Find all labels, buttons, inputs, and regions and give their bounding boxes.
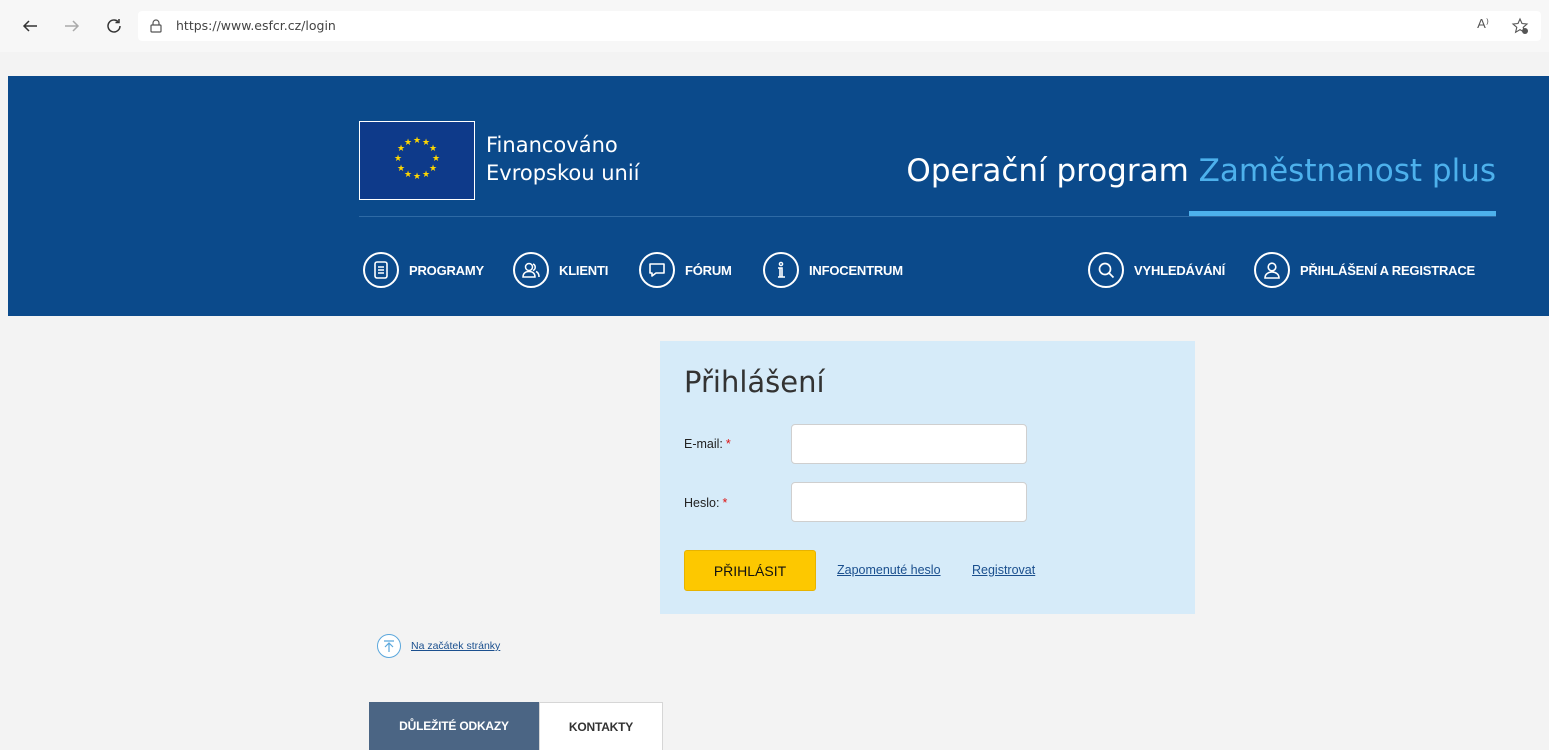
tab-dulezite-odkazy[interactable]: DŮLEŽITÉ ODKAZY	[369, 702, 539, 750]
menu-item-klienti[interactable]: KLIENTI	[513, 250, 608, 290]
menu-label: KLIENTI	[559, 262, 609, 278]
users-icon	[513, 252, 549, 288]
svg-text:★: ★	[429, 144, 437, 154]
browser-toolbar: https://www.esfcr.cz/login A⁾	[0, 0, 1549, 52]
favorite-star-icon[interactable]	[1511, 17, 1529, 35]
eu-text-line2: Evropskou unií	[486, 161, 640, 185]
info-icon	[763, 252, 799, 288]
program-title-main: Operační program	[906, 153, 1189, 189]
back-button[interactable]	[18, 14, 42, 38]
user-icon	[1254, 252, 1290, 288]
svg-text:★: ★	[432, 154, 440, 164]
svg-text:★: ★	[397, 164, 405, 174]
menu-label: VYHLEDÁVÁNÍ	[1134, 262, 1225, 278]
menu-label: PROGRAMY	[409, 262, 484, 278]
forgot-password-link[interactable]: Zapomenuté heslo	[837, 563, 941, 577]
svg-text:★: ★	[413, 172, 421, 182]
program-title-highlight: Zaměstnanost plus	[1198, 153, 1496, 189]
refresh-button[interactable]	[102, 14, 126, 38]
register-link[interactable]: Registrovat	[972, 563, 1035, 577]
required-mark: *	[722, 496, 728, 510]
password-label-text: Heslo:	[684, 496, 720, 510]
forward-button[interactable]	[60, 14, 84, 38]
menu-item-programy[interactable]: PROGRAMY	[363, 250, 484, 290]
title-underline	[1189, 211, 1496, 216]
svg-text:★: ★	[422, 170, 430, 180]
arrow-right-icon	[65, 20, 80, 32]
arrow-left-icon	[22, 20, 37, 32]
arrow-up-icon	[377, 634, 401, 658]
eu-text-line1: Financováno	[486, 133, 618, 157]
required-mark: *	[725, 437, 731, 451]
email-field[interactable]	[791, 424, 1027, 464]
menu-label: PŘIHLÁŠENÍ A REGISTRACE	[1300, 262, 1476, 278]
header-divider	[359, 216, 1496, 217]
chat-icon	[639, 252, 675, 288]
email-label-text: E-mail:	[684, 437, 723, 451]
document-icon	[363, 252, 399, 288]
password-label: Heslo: *	[684, 496, 727, 510]
address-bar[interactable]: https://www.esfcr.cz/login A⁾	[138, 11, 1541, 41]
menu-item-forum[interactable]: FÓRUM	[639, 250, 732, 290]
back-to-top[interactable]: Na začátek stránky	[377, 634, 500, 658]
login-panel: Přihlášení E-mail: * Heslo: * PŘIHLÁSIT Za…	[660, 341, 1195, 614]
eu-stars-icon: ★ ★ ★ ★ ★ ★ ★ ★ ★ ★ ★ ★	[394, 136, 440, 182]
menu-item-vyhledavani[interactable]: VYHLEDÁVÁNÍ	[1088, 250, 1225, 290]
back-to-top-link[interactable]: Na začátek stránky	[411, 640, 500, 652]
menu-label: FÓRUM	[685, 262, 732, 278]
site-header: ★ ★ ★ ★ ★ ★ ★ ★ ★ ★ ★ ★ Financováno Evro…	[8, 76, 1549, 316]
svg-text:★: ★	[404, 170, 412, 180]
lock-icon	[150, 19, 162, 33]
svg-text:★: ★	[429, 164, 437, 174]
program-title[interactable]: Operační program Zaměstnanost plus	[906, 153, 1496, 189]
login-button[interactable]: PŘIHLÁSIT	[684, 550, 816, 591]
svg-text:★: ★	[394, 154, 402, 164]
menu-label: INFOCENTRUM	[809, 262, 903, 278]
menu-item-infocentrum[interactable]: INFOCENTRUM	[763, 250, 903, 290]
url-text[interactable]: https://www.esfcr.cz/login	[176, 18, 336, 33]
password-field[interactable]	[791, 482, 1027, 522]
svg-text:★: ★	[404, 138, 412, 148]
refresh-icon	[107, 19, 121, 33]
eu-flag-logo[interactable]: ★ ★ ★ ★ ★ ★ ★ ★ ★ ★ ★ ★	[359, 121, 475, 200]
eu-funding-text: Financováno Evropskou unií	[486, 131, 640, 187]
tab-kontakty[interactable]: KONTAKTY	[539, 702, 663, 750]
search-icon	[1088, 252, 1124, 288]
email-label: E-mail: *	[684, 437, 731, 451]
read-aloud-icon[interactable]: A⁾	[1477, 16, 1489, 32]
login-title: Přihlášení	[684, 365, 825, 399]
svg-text:★: ★	[413, 136, 421, 146]
menu-item-prihlaseni[interactable]: PŘIHLÁŠENÍ A REGISTRACE	[1254, 250, 1475, 290]
